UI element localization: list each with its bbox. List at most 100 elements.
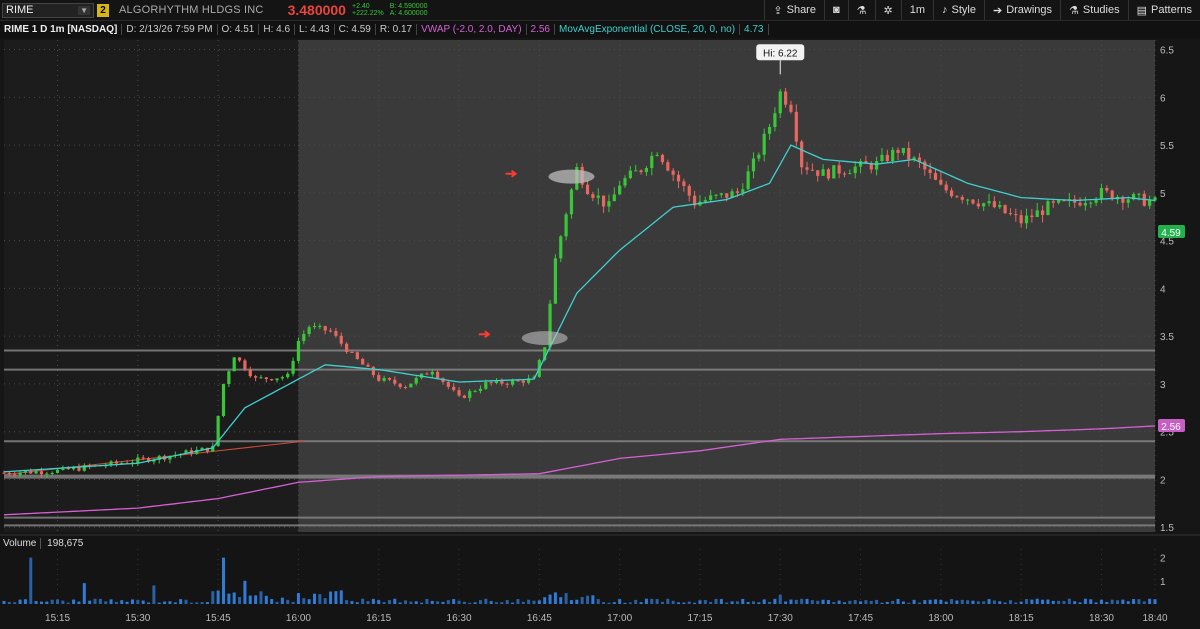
volume-bar <box>923 600 927 604</box>
volume-bar <box>136 600 140 604</box>
candle-body <box>521 380 525 383</box>
candle-body <box>660 154 665 163</box>
volume-bar <box>29 557 33 604</box>
volume-bar <box>842 602 846 604</box>
volume-bar <box>270 599 274 604</box>
x-tick-label: 16:30 <box>447 613 472 624</box>
volume-bar <box>998 601 1002 604</box>
volume-bar <box>254 595 258 604</box>
candle-body <box>248 369 252 377</box>
candle-body <box>634 170 638 172</box>
candle-body <box>773 113 777 128</box>
candle-body <box>430 371 434 375</box>
y-tick-label: 5 <box>1160 189 1166 200</box>
candle-body <box>510 380 515 385</box>
candle-body <box>784 91 788 105</box>
candle-body <box>559 236 563 259</box>
candle-body <box>77 467 81 471</box>
candle-body <box>425 373 429 375</box>
volume-bar <box>757 602 761 604</box>
candle-body <box>810 169 814 171</box>
candle-body <box>254 376 258 378</box>
volume-bar <box>511 602 515 604</box>
volume-bar <box>1014 602 1018 604</box>
volume-bar <box>339 590 343 604</box>
volume-bar <box>805 598 809 604</box>
candle-body <box>296 340 301 361</box>
candle-body <box>751 158 756 172</box>
candle-body <box>757 154 761 159</box>
candle-body <box>270 379 274 381</box>
volume-bar <box>1073 601 1077 604</box>
volume-bar <box>500 602 504 604</box>
volume-bar <box>1051 600 1055 604</box>
volume-bar <box>687 601 691 604</box>
volume-bar <box>473 602 477 604</box>
candle-body <box>505 383 509 385</box>
volume-bar <box>869 600 873 604</box>
volume-bar <box>773 598 777 604</box>
volume-bar <box>1137 599 1141 604</box>
candle-body <box>339 335 343 344</box>
volume-bar <box>291 601 295 604</box>
volume-bar <box>93 598 97 604</box>
volume-bar <box>56 599 60 604</box>
volume-bar <box>553 592 557 604</box>
candle-body <box>650 155 654 169</box>
y-tick-label: 6.5 <box>1160 46 1174 57</box>
volume-bar <box>478 600 482 604</box>
candle-body <box>478 388 483 392</box>
candle-body <box>291 360 295 374</box>
price-chart[interactable]: Hi: 6.22 1.522.533.544.555.566.54.592.56… <box>0 0 1200 629</box>
volume-bar <box>88 600 92 604</box>
volume-bar <box>147 602 151 604</box>
candle-body <box>468 391 472 398</box>
candle-body <box>778 91 782 114</box>
volume-bar <box>195 602 199 604</box>
highlight-ellipse <box>521 331 568 346</box>
x-tick-label: 17:45 <box>848 613 873 624</box>
candle-body <box>842 173 847 175</box>
volume-bar <box>607 602 611 604</box>
candle-body <box>307 327 311 335</box>
volume-bar <box>848 600 852 604</box>
volume-bar <box>1153 599 1157 604</box>
volume-bar <box>130 599 134 604</box>
volume-bar <box>350 601 354 604</box>
candle-body <box>1003 205 1007 214</box>
candle-body <box>328 330 333 332</box>
volume-bar <box>39 601 43 604</box>
volume-bar <box>98 598 102 604</box>
candle-body <box>345 343 349 353</box>
highlight-ellipse <box>548 169 595 184</box>
volume-bar <box>1148 598 1152 604</box>
volume-bar <box>917 602 921 604</box>
volume-bar <box>468 602 472 604</box>
candle-body <box>553 258 558 304</box>
volume-bar <box>414 601 418 604</box>
volume-bar <box>1067 598 1071 604</box>
candle-body <box>436 371 440 379</box>
volume-bar <box>1105 601 1109 604</box>
candle-body <box>1030 215 1034 218</box>
candle-body <box>628 170 632 179</box>
candle-body <box>55 469 60 473</box>
candle-body <box>960 196 964 200</box>
last-price-tag: 4.59 <box>1161 228 1181 239</box>
x-tick-label: 18:00 <box>928 613 953 624</box>
volume-bar <box>950 599 954 604</box>
volume-bar <box>1110 599 1114 604</box>
candle-body <box>703 200 707 202</box>
volume-bar <box>982 601 986 604</box>
volume-bar <box>382 602 386 604</box>
candle-body <box>933 173 938 180</box>
candle-body <box>564 214 568 237</box>
volume-bar <box>141 600 145 604</box>
volume-bar <box>885 601 889 604</box>
volume-bar <box>313 593 317 604</box>
volume-bar <box>602 602 606 604</box>
candle-body <box>923 161 927 170</box>
volume-bar <box>1019 601 1023 604</box>
volume-bar <box>232 592 236 604</box>
candle-body <box>896 149 900 153</box>
